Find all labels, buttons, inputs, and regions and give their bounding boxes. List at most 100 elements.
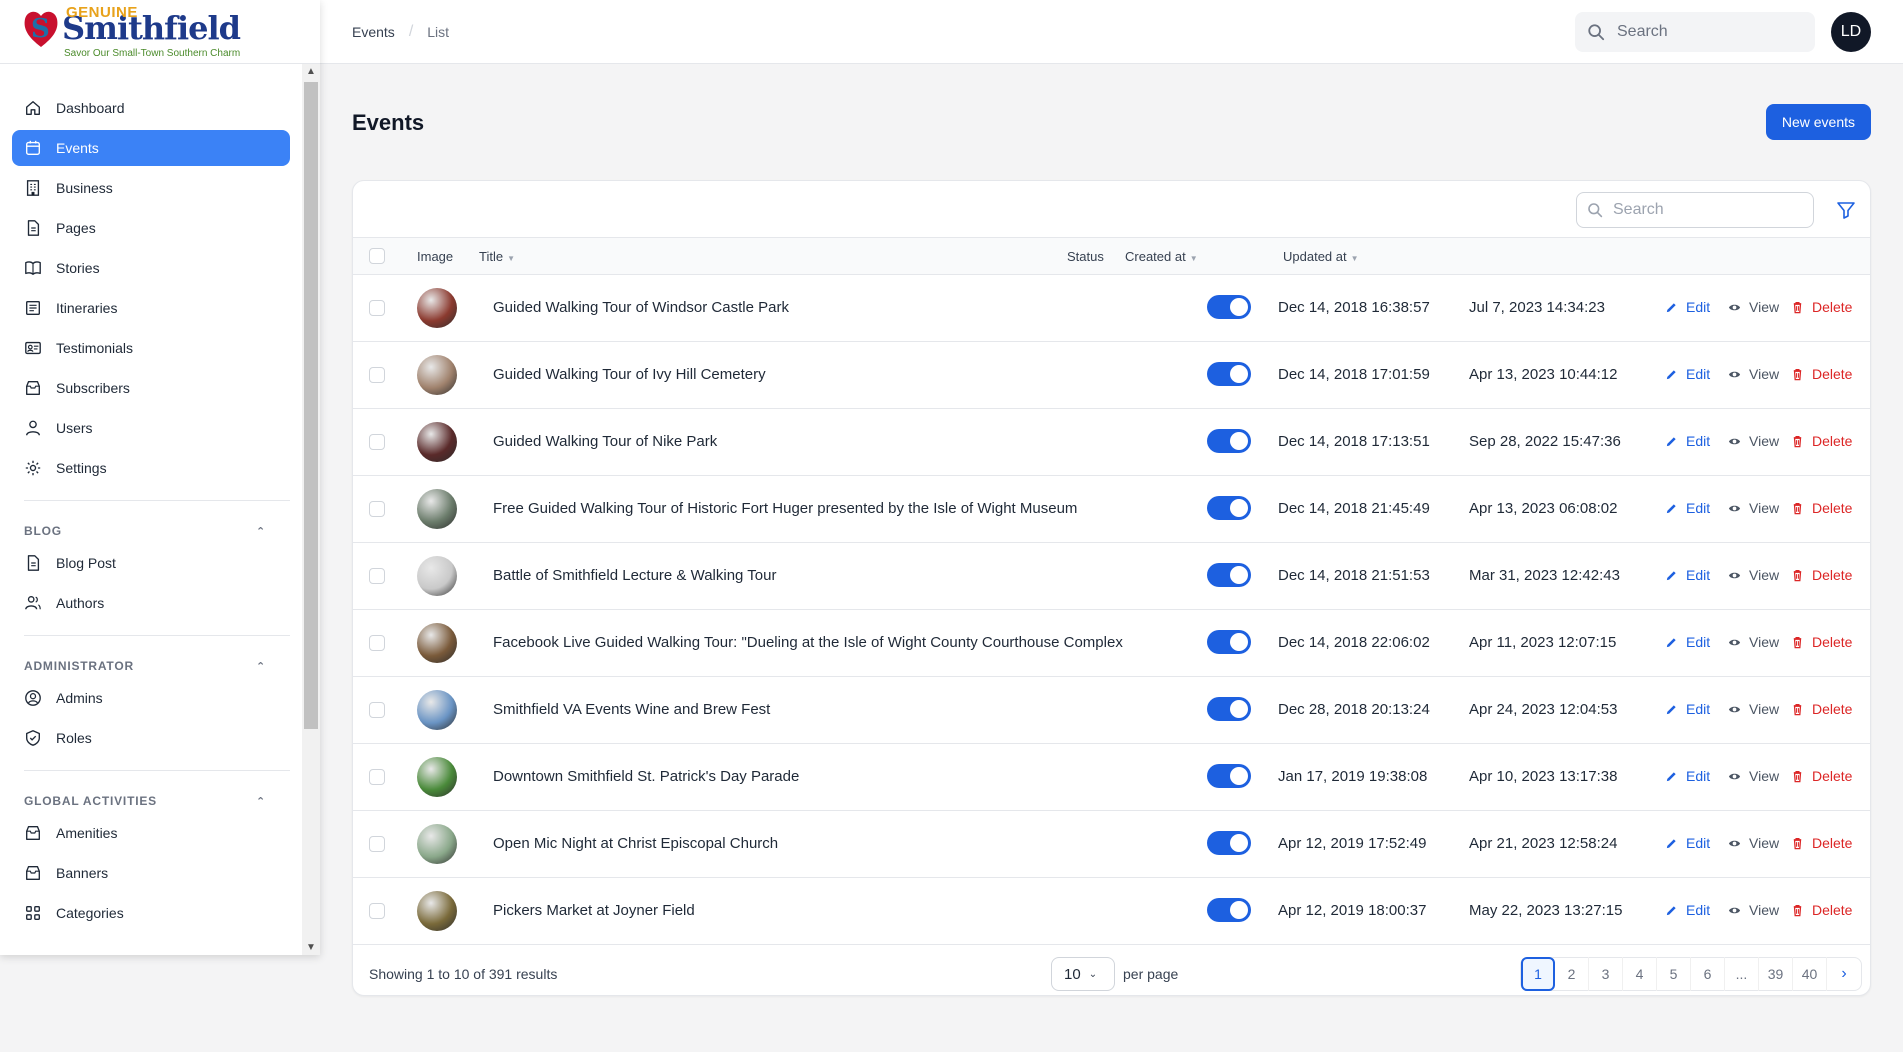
status-toggle[interactable] xyxy=(1207,429,1251,453)
page-39-button[interactable]: 39 xyxy=(1759,957,1793,991)
delete-button[interactable]: Delete xyxy=(1791,500,1852,516)
edit-button[interactable]: Edit xyxy=(1665,768,1710,784)
view-button[interactable]: View xyxy=(1728,835,1779,851)
row-checkbox[interactable] xyxy=(369,568,385,584)
edit-button[interactable]: Edit xyxy=(1665,567,1710,583)
row-checkbox[interactable] xyxy=(369,769,385,785)
scroll-up-arrow-icon[interactable]: ▲ xyxy=(306,66,316,77)
view-button[interactable]: View xyxy=(1728,701,1779,717)
scrollbar-thumb[interactable] xyxy=(304,82,318,729)
delete-button[interactable]: Delete xyxy=(1791,433,1852,449)
delete-button[interactable]: Delete xyxy=(1791,366,1852,382)
delete-button[interactable]: Delete xyxy=(1791,701,1852,717)
sidebar-scrollbar[interactable]: ▲ ▼ xyxy=(302,64,320,955)
table-search[interactable] xyxy=(1576,192,1814,228)
row-checkbox[interactable] xyxy=(369,434,385,450)
status-toggle[interactable] xyxy=(1207,563,1251,587)
next-page-icon[interactable]: › xyxy=(1827,957,1861,991)
page-5-button[interactable]: 5 xyxy=(1657,957,1691,991)
view-button[interactable]: View xyxy=(1728,299,1779,315)
sidebar-item-categories[interactable]: Categories xyxy=(12,895,290,931)
breadcrumb-events[interactable]: Events xyxy=(352,24,395,40)
edit-button[interactable]: Edit xyxy=(1665,299,1710,315)
column-updated[interactable]: Updated at ▼ xyxy=(1283,249,1359,264)
row-checkbox[interactable] xyxy=(369,367,385,383)
select-all-checkbox[interactable] xyxy=(369,248,385,264)
scroll-down-arrow-icon[interactable]: ▼ xyxy=(306,942,316,953)
sidebar-item-pages[interactable]: Pages xyxy=(12,210,290,246)
page-1-button[interactable]: 1 xyxy=(1521,957,1555,991)
page-2-button[interactable]: 2 xyxy=(1555,957,1589,991)
sidebar-item-business[interactable]: Business xyxy=(12,170,290,206)
sidebar-item-subscribers[interactable]: Subscribers xyxy=(12,370,290,406)
edit-button[interactable]: Edit xyxy=(1665,835,1710,851)
sidebar-item-itineraries[interactable]: Itineraries xyxy=(12,290,290,326)
delete-button[interactable]: Delete xyxy=(1791,835,1852,851)
edit-button[interactable]: Edit xyxy=(1665,433,1710,449)
sidebar-item-authors[interactable]: Authors xyxy=(12,585,290,621)
status-toggle[interactable] xyxy=(1207,697,1251,721)
status-toggle[interactable] xyxy=(1207,898,1251,922)
sidebar-item-testimonials[interactable]: Testimonials xyxy=(12,330,290,366)
nav-group-header[interactable]: BLOG ⌃ xyxy=(12,517,290,545)
filter-icon[interactable] xyxy=(1836,200,1856,220)
row-checkbox[interactable] xyxy=(369,635,385,651)
edit-label: Edit xyxy=(1686,500,1711,516)
delete-button[interactable]: Delete xyxy=(1791,634,1852,650)
column-created[interactable]: Created at ▼ xyxy=(1125,249,1198,264)
sidebar-item-roles[interactable]: Roles xyxy=(12,720,290,756)
sidebar-item-blog-post[interactable]: Blog Post xyxy=(12,545,290,581)
status-toggle[interactable] xyxy=(1207,295,1251,319)
delete-button[interactable]: Delete xyxy=(1791,768,1852,784)
nav-group-header[interactable]: ADMINISTRATOR ⌃ xyxy=(12,652,290,680)
page-6-button[interactable]: 6 xyxy=(1691,957,1725,991)
page-40-button[interactable]: 40 xyxy=(1793,957,1827,991)
user-avatar[interactable]: LD xyxy=(1831,12,1871,52)
row-checkbox[interactable] xyxy=(369,300,385,316)
status-toggle[interactable] xyxy=(1207,764,1251,788)
per-page-select[interactable]: 10 ⌄ xyxy=(1051,957,1115,991)
sidebar-item-stories[interactable]: Stories xyxy=(12,250,290,286)
view-button[interactable]: View xyxy=(1728,433,1779,449)
global-search[interactable] xyxy=(1575,12,1815,52)
delete-button[interactable]: Delete xyxy=(1791,567,1852,583)
table-search-input[interactable] xyxy=(1613,201,1793,219)
view-button[interactable]: View xyxy=(1728,634,1779,650)
row-checkbox[interactable] xyxy=(369,903,385,919)
page-3-button[interactable]: 3 xyxy=(1589,957,1623,991)
edit-button[interactable]: Edit xyxy=(1665,366,1710,382)
status-toggle[interactable] xyxy=(1207,496,1251,520)
view-button[interactable]: View xyxy=(1728,567,1779,583)
table-body: Guided Walking Tour of Windsor Castle Pa… xyxy=(353,275,1870,945)
edit-button[interactable]: Edit xyxy=(1665,500,1710,516)
row-checkbox[interactable] xyxy=(369,501,385,517)
sidebar-item-users[interactable]: Users xyxy=(12,410,290,446)
row-checkbox[interactable] xyxy=(369,702,385,718)
sidebar-item-events[interactable]: Events xyxy=(12,130,290,166)
status-toggle[interactable] xyxy=(1207,362,1251,386)
sidebar-item-settings[interactable]: Settings xyxy=(12,450,290,486)
sidebar-item-amenities[interactable]: Amenities xyxy=(12,815,290,851)
new-events-button[interactable]: New events xyxy=(1765,104,1871,140)
sidebar-item-dashboard[interactable]: Dashboard xyxy=(12,90,290,126)
sidebar-item-admins[interactable]: Admins xyxy=(12,680,290,716)
status-toggle[interactable] xyxy=(1207,630,1251,654)
delete-button[interactable]: Delete xyxy=(1791,299,1852,315)
status-toggle[interactable] xyxy=(1207,831,1251,855)
nav-group-header[interactable]: GLOBAL ACTIVITIES ⌃ xyxy=(12,787,290,815)
view-button[interactable]: View xyxy=(1728,902,1779,918)
column-title[interactable]: Title ▼ xyxy=(479,249,515,264)
edit-button[interactable]: Edit xyxy=(1665,701,1710,717)
page-4-button[interactable]: 4 xyxy=(1623,957,1657,991)
table-header: Image Title ▼ Status Created at ▼ Updated … xyxy=(353,238,1870,275)
row-checkbox[interactable] xyxy=(369,836,385,852)
brand-logo[interactable]: S GENUINE Smithfield Savor Our Small-Tow… xyxy=(22,4,320,59)
view-button[interactable]: View xyxy=(1728,500,1779,516)
view-button[interactable]: View xyxy=(1728,768,1779,784)
edit-button[interactable]: Edit xyxy=(1665,634,1710,650)
edit-button[interactable]: Edit xyxy=(1665,902,1710,918)
delete-button[interactable]: Delete xyxy=(1791,902,1852,918)
sidebar-item-banners[interactable]: Banners xyxy=(12,855,290,891)
global-search-input[interactable] xyxy=(1617,23,1797,41)
view-button[interactable]: View xyxy=(1728,366,1779,382)
